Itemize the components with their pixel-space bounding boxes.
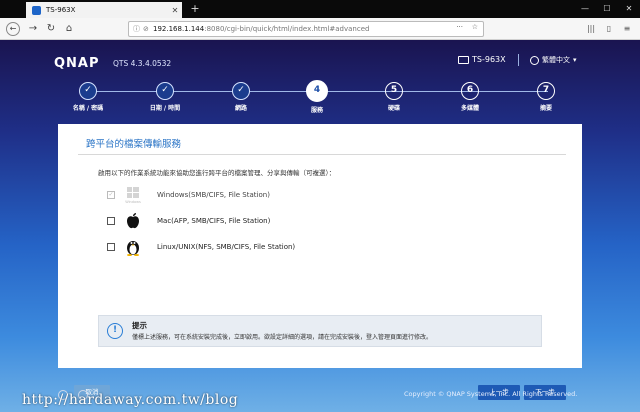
page-actions-icon[interactable]: ··· <box>456 23 463 31</box>
windows-icon: Windows <box>125 187 141 204</box>
forward-button[interactable]: → <box>26 22 40 36</box>
tip-text: 僅標上述服務，可在系統安裝完成後，立即啟用。欲設定詳細的選項，請在完成安裝後，登… <box>132 334 433 341</box>
bookmark-star-icon[interactable]: ☆ <box>472 23 478 31</box>
step-label: 硬碟 <box>387 105 400 112</box>
wizard-steps: ✓ 名稱 / 密碼 ✓ 日期 / 時間 ✓ 網路 4 服務 5 硬碟 6 多媒體… <box>0 80 640 118</box>
reload-button[interactable]: ↻ <box>44 22 58 36</box>
step-check-icon: ✓ <box>156 82 174 100</box>
step-1: ✓ 名稱 / 密碼 <box>58 82 118 112</box>
maximize-icon[interactable]: ☐ <box>596 0 618 18</box>
services-panel: 跨平台的檔案傳輸服務 啟用以下的作業系統功能來協助您進行跨平台的檔案管理、分享與… <box>58 124 582 368</box>
lightbulb-icon: ! <box>107 323 123 339</box>
step-label: 多媒體 <box>460 105 479 112</box>
step-2: ✓ 日期 / 時間 <box>135 82 195 112</box>
back-button[interactable]: ← <box>6 22 20 36</box>
info-icon[interactable]: ⓘ <box>133 24 143 34</box>
new-tab-button[interactable]: + <box>188 2 202 16</box>
sidebar-icon[interactable]: ▯ <box>602 22 616 36</box>
option-label: Windows(SMB/CIFS, File Station) <box>157 191 270 199</box>
windows-checkbox: ✓ <box>107 191 115 199</box>
option-label: Mac(AFP, SMB/CIFS, File Station) <box>157 217 271 225</box>
windows-icon-caption: Windows <box>125 200 141 204</box>
watermark: http://hardaway.com.tw/blog <box>22 392 239 408</box>
address-bar[interactable]: ⓘ ⊘ 192.168.1.144 :8080/cgi-bin/quick/ht… <box>128 21 484 37</box>
qnap-logo: QNAP <box>54 56 100 71</box>
option-mac[interactable]: Mac(AFP, SMB/CIFS, File Station) <box>107 212 270 230</box>
device-name-label: TS-963X <box>472 55 506 64</box>
browser-nav-bar: ← → ↻ ⌂ ⓘ ⊘ 192.168.1.144 :8080/cgi-bin/… <box>0 18 640 40</box>
linux-checkbox[interactable] <box>107 243 115 251</box>
url-host: 192.168.1.144 <box>153 25 205 33</box>
globe-icon <box>530 55 539 65</box>
library-icon[interactable]: ||| <box>584 22 598 36</box>
device-name: TS-963X <box>458 55 506 64</box>
browser-tab[interactable]: TS-963X ✕ <box>26 2 182 18</box>
menu-icon[interactable]: ≡ <box>620 22 634 36</box>
step-label: 名稱 / 密碼 <box>72 105 104 112</box>
option-linux[interactable]: Linux/UNIX(NFS, SMB/CIFS, File Station) <box>107 238 295 256</box>
home-button[interactable]: ⌂ <box>62 22 76 36</box>
step-7: 7 摘要 <box>516 82 576 112</box>
tab-close-icon[interactable]: ✕ <box>168 6 182 15</box>
apple-icon <box>127 213 139 229</box>
tip-title: 提示 <box>132 321 147 330</box>
step-label: 服務 <box>310 107 323 114</box>
step-5: 5 硬碟 <box>364 82 424 112</box>
step-label: 摘要 <box>539 105 552 112</box>
language-label: 繁體中文 <box>542 56 570 64</box>
window-close-icon[interactable]: ✕ <box>618 0 640 18</box>
copyright-text: Copyright © QNAP Systems, Inc. All Right… <box>404 390 578 398</box>
browser-tab-bar: TS-963X ✕ + — ☐ ✕ <box>0 0 640 18</box>
option-windows: ✓ Windows Windows(SMB/CIFS, File Station… <box>107 186 270 204</box>
mac-checkbox[interactable] <box>107 217 115 225</box>
url-path: :8080/cgi-bin/quick/html/index.html#adva… <box>204 25 370 33</box>
qnap-setup-page: QNAP QTS 4.3.4.0532 TS-963X 繁體中文 ▾ ✓ 名稱 … <box>0 40 640 412</box>
linux-icon <box>127 241 139 256</box>
step-check-icon: ✓ <box>79 82 97 100</box>
step-6: 6 多媒體 <box>440 82 500 112</box>
step-number: 7 <box>537 82 555 100</box>
step-3: ✓ 網路 <box>211 82 271 112</box>
qnap-favicon-icon <box>32 5 41 15</box>
tab-title: TS-963X <box>46 6 76 14</box>
language-selector[interactable]: 繁體中文 ▾ <box>530 55 577 65</box>
panel-divider <box>78 154 566 155</box>
tip-box: ! 提示 僅標上述服務，可在系統安裝完成後，立即啟用。欲設定詳細的選項，請在完成… <box>98 315 542 347</box>
firmware-version: QTS 4.3.4.0532 <box>113 59 172 68</box>
step-number: 6 <box>461 82 479 100</box>
panel-intro: 啟用以下的作業系統功能來協助您進行跨平台的檔案管理、分享與傳輸（可複選）： <box>98 169 336 177</box>
option-label: Linux/UNIX(NFS, SMB/CIFS, File Station) <box>157 243 296 251</box>
minimize-icon[interactable]: — <box>574 0 596 18</box>
insecure-lock-icon[interactable]: ⊘ <box>143 25 153 33</box>
step-number: 4 <box>306 80 328 102</box>
step-label: 網路 <box>234 105 247 112</box>
panel-title: 跨平台的檔案傳輸服務 <box>86 139 182 150</box>
step-check-icon: ✓ <box>232 82 250 100</box>
nas-device-icon <box>458 55 469 64</box>
step-4: 4 服務 <box>287 80 347 114</box>
step-label: 日期 / 時間 <box>149 105 181 112</box>
chevron-down-icon: ▾ <box>573 56 577 64</box>
header-divider <box>518 54 519 66</box>
step-number: 5 <box>385 82 403 100</box>
